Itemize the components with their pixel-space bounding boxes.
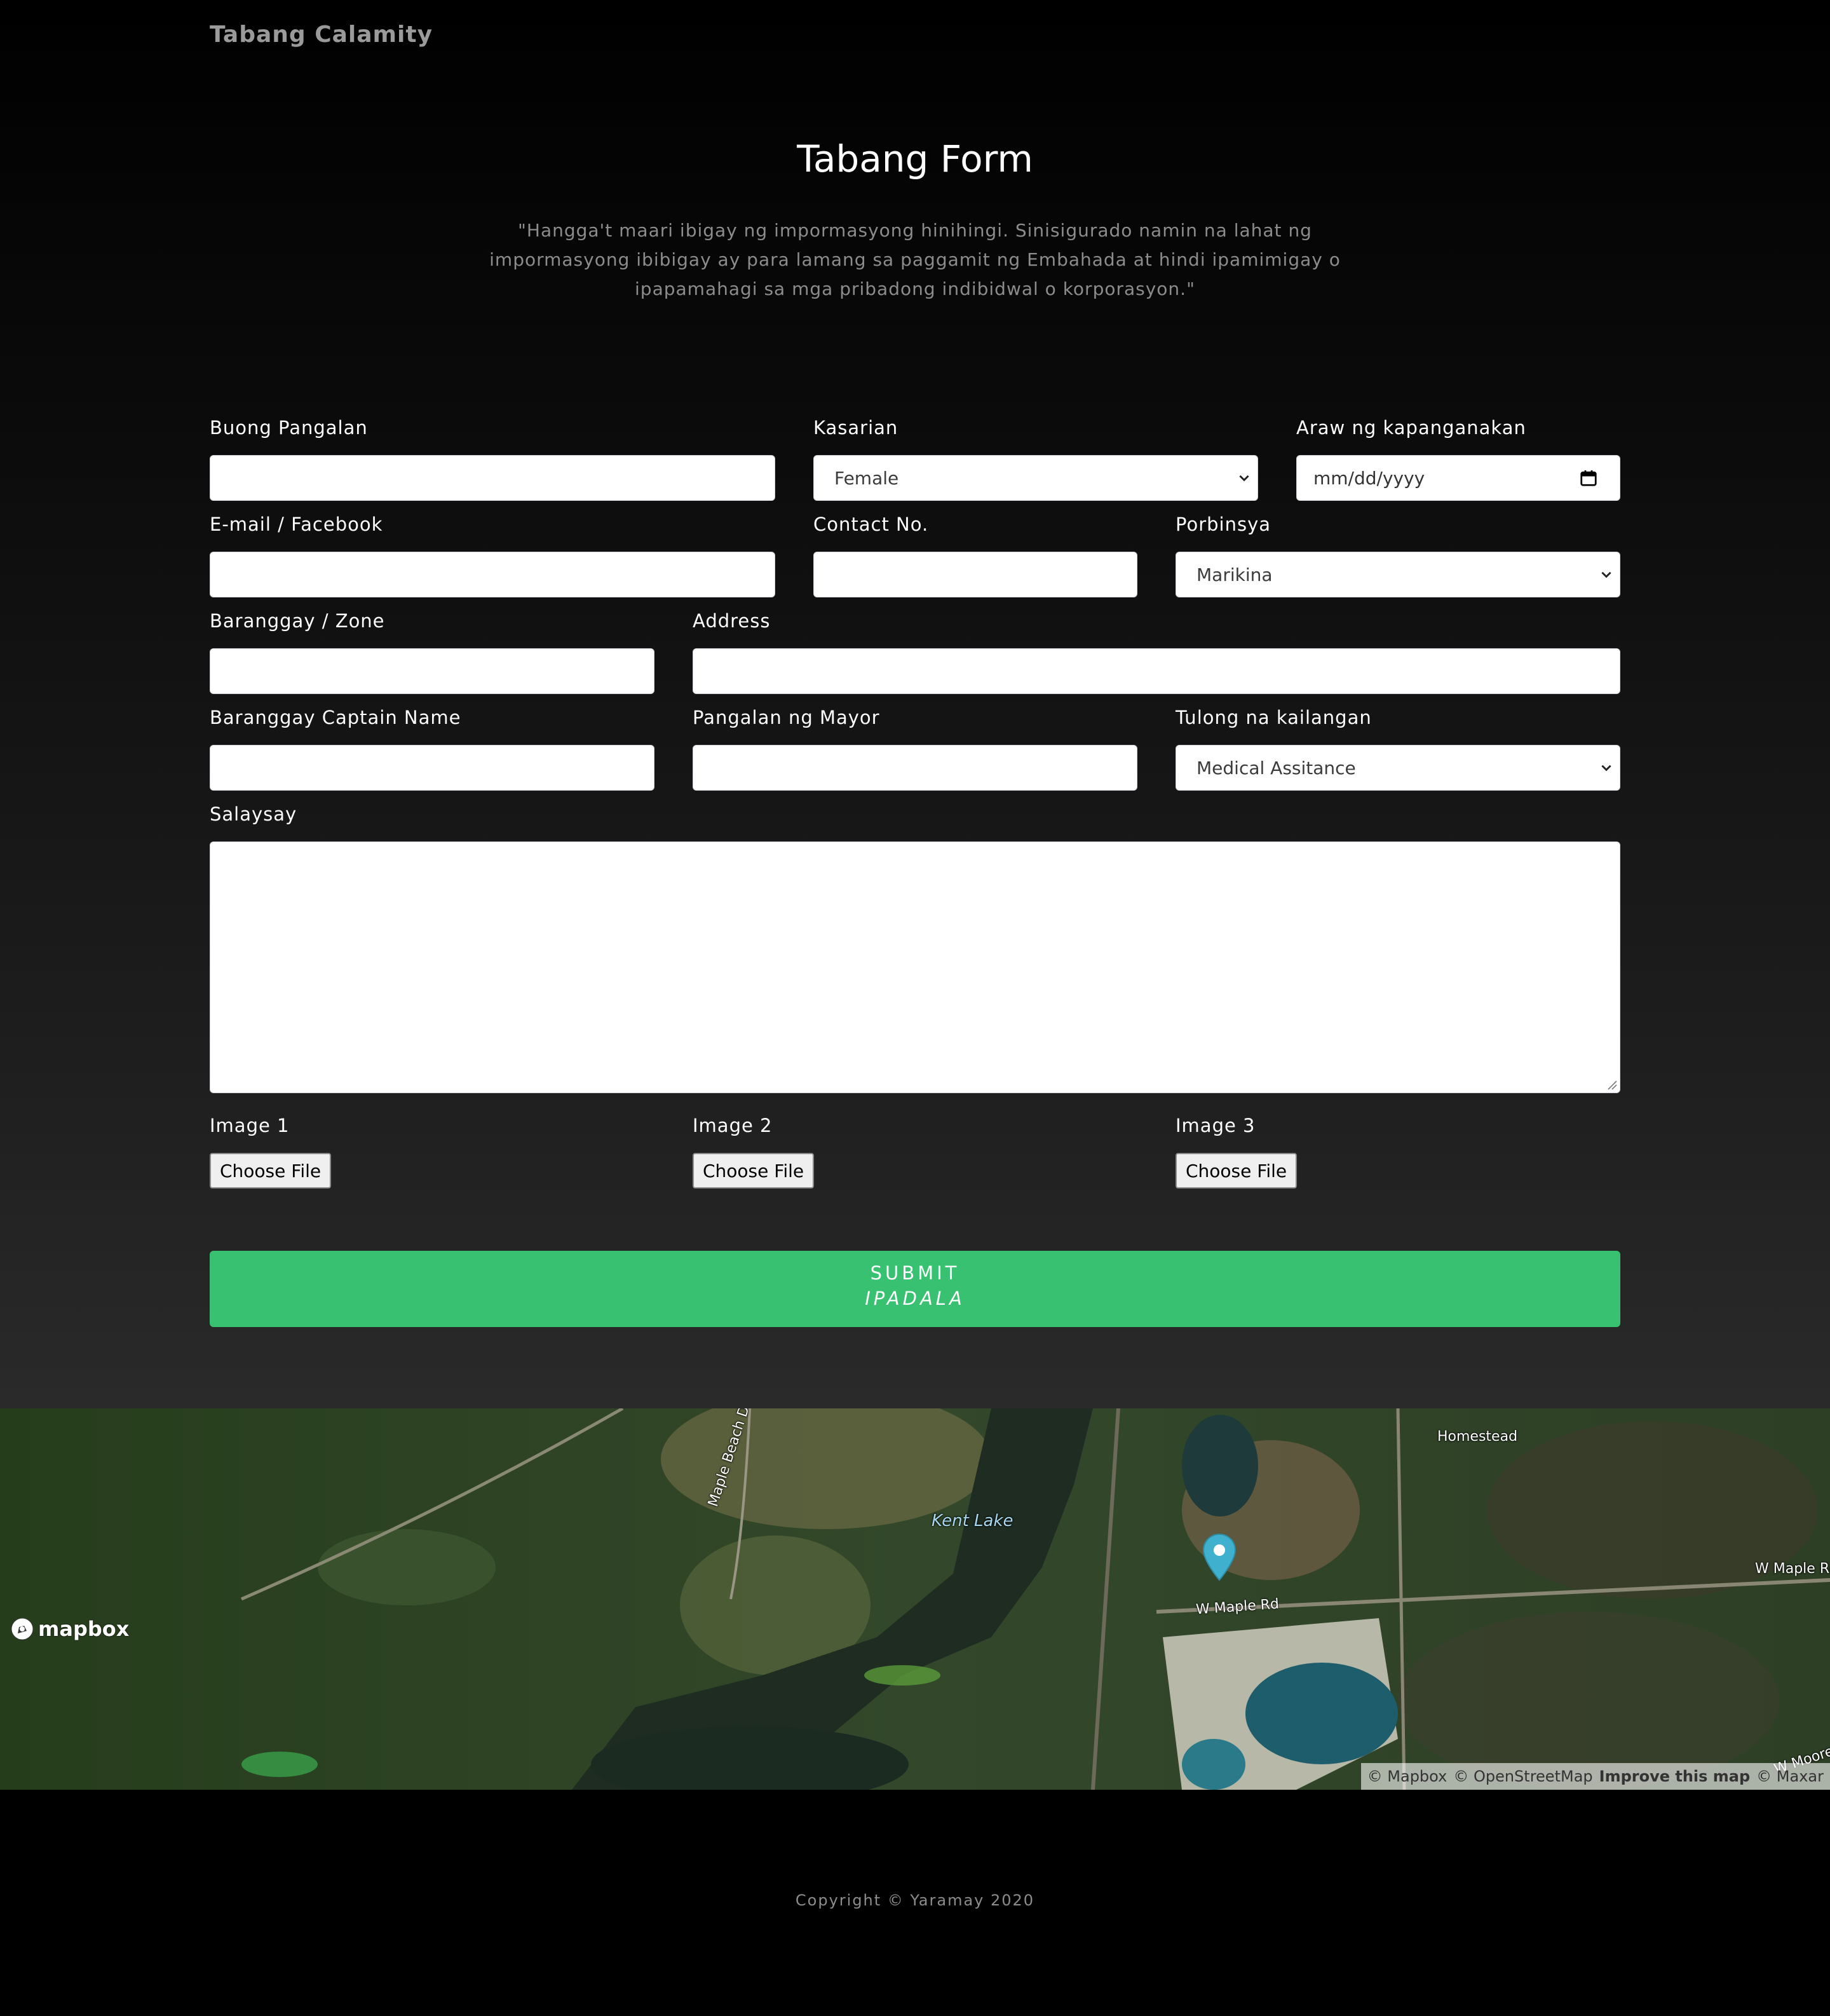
birthdate-placeholder: mm/dd/yyyy xyxy=(1313,467,1425,489)
province-label: Porbinsya xyxy=(1176,514,1271,535)
gender-select[interactable]: Female xyxy=(813,455,1258,501)
map-view[interactable]: Homestead Maple Beach Dr Kent Lake W Map… xyxy=(0,1408,1830,1790)
chevron-down-icon xyxy=(1601,571,1611,578)
mapbox-icon xyxy=(11,1618,34,1640)
full-name-input[interactable] xyxy=(210,455,775,501)
location-pin-icon[interactable] xyxy=(1202,1533,1237,1581)
satellite-terrain xyxy=(0,1408,1830,1790)
submit-label: SUBMIT xyxy=(870,1262,960,1284)
attribution-osm-link[interactable]: © OpenStreetMap xyxy=(1453,1767,1592,1785)
barangay-label: Baranggay / Zone xyxy=(210,610,385,632)
attribution-maxar-link[interactable]: © Maxar xyxy=(1756,1767,1824,1785)
mayor-input[interactable] xyxy=(693,745,1137,791)
province-selected-value: Marikina xyxy=(1196,564,1273,585)
hero-section xyxy=(0,0,1830,1408)
mapbox-logo[interactable]: mapbox xyxy=(10,1617,129,1641)
image1-choose-file-button[interactable]: Choose File xyxy=(210,1153,332,1188)
map-label-kent-lake: Kent Lake xyxy=(932,1511,1013,1530)
image1-label: Image 1 xyxy=(210,1115,290,1136)
story-label: Salaysay xyxy=(210,803,297,825)
gender-selected-value: Female xyxy=(834,467,899,489)
page-title: Tabang Form xyxy=(797,137,1033,180)
resize-handle-icon[interactable] xyxy=(1606,1079,1617,1090)
brand-logo[interactable]: Tabang Calamity xyxy=(210,22,433,48)
submit-label-tagalog: IPADALA xyxy=(865,1288,965,1309)
calendar-icon[interactable] xyxy=(1579,468,1598,487)
email-input[interactable] xyxy=(210,552,775,597)
email-label: E-mail / Facebook xyxy=(210,514,383,535)
help-selected-value: Medical Assitance xyxy=(1196,757,1356,779)
submit-button[interactable]: SUBMIT IPADALA xyxy=(210,1251,1620,1327)
map-label-w-maple-rd-east: W Maple Rd xyxy=(1755,1561,1830,1577)
address-input[interactable] xyxy=(693,648,1620,694)
birthdate-label: Araw ng kapanganakan xyxy=(1296,417,1526,439)
chevron-down-icon xyxy=(1239,475,1249,482)
help-label: Tulong na kailangan xyxy=(1176,707,1372,728)
address-label: Address xyxy=(693,610,771,632)
image3-choose-file-button[interactable]: Choose File xyxy=(1176,1153,1298,1188)
page-subtitle: "Hangga't maari ibigay ng impormasyong h… xyxy=(489,220,1341,299)
full-name-label: Buong Pangalan xyxy=(210,417,368,439)
attribution-mapbox-link[interactable]: © Mapbox xyxy=(1367,1767,1447,1785)
birthdate-input[interactable]: mm/dd/yyyy xyxy=(1296,455,1620,501)
contact-input[interactable] xyxy=(813,552,1137,597)
map-label-homestead: Homestead xyxy=(1437,1429,1518,1445)
map-attribution: © Mapbox © OpenStreetMap Improve this ma… xyxy=(1360,1763,1830,1790)
image2-choose-file-button[interactable]: Choose File xyxy=(693,1153,815,1188)
image3-label: Image 3 xyxy=(1176,1115,1256,1136)
help-select[interactable]: Medical Assitance xyxy=(1176,745,1620,791)
footer-copyright: Copyright © Yaramay 2020 xyxy=(795,1891,1035,1909)
image2-label: Image 2 xyxy=(693,1115,773,1136)
captain-input[interactable] xyxy=(210,745,654,791)
improve-map-link[interactable]: Improve this map xyxy=(1599,1767,1751,1785)
barangay-input[interactable] xyxy=(210,648,654,694)
contact-label: Contact No. xyxy=(813,514,929,535)
story-textarea[interactable] xyxy=(210,841,1620,1093)
gender-label: Kasarian xyxy=(813,417,898,439)
mayor-label: Pangalan ng Mayor xyxy=(693,707,880,728)
captain-label: Baranggay Captain Name xyxy=(210,707,461,728)
province-select[interactable]: Marikina xyxy=(1176,552,1620,597)
chevron-down-icon xyxy=(1601,765,1611,772)
mapbox-logo-text: mapbox xyxy=(38,1617,130,1641)
